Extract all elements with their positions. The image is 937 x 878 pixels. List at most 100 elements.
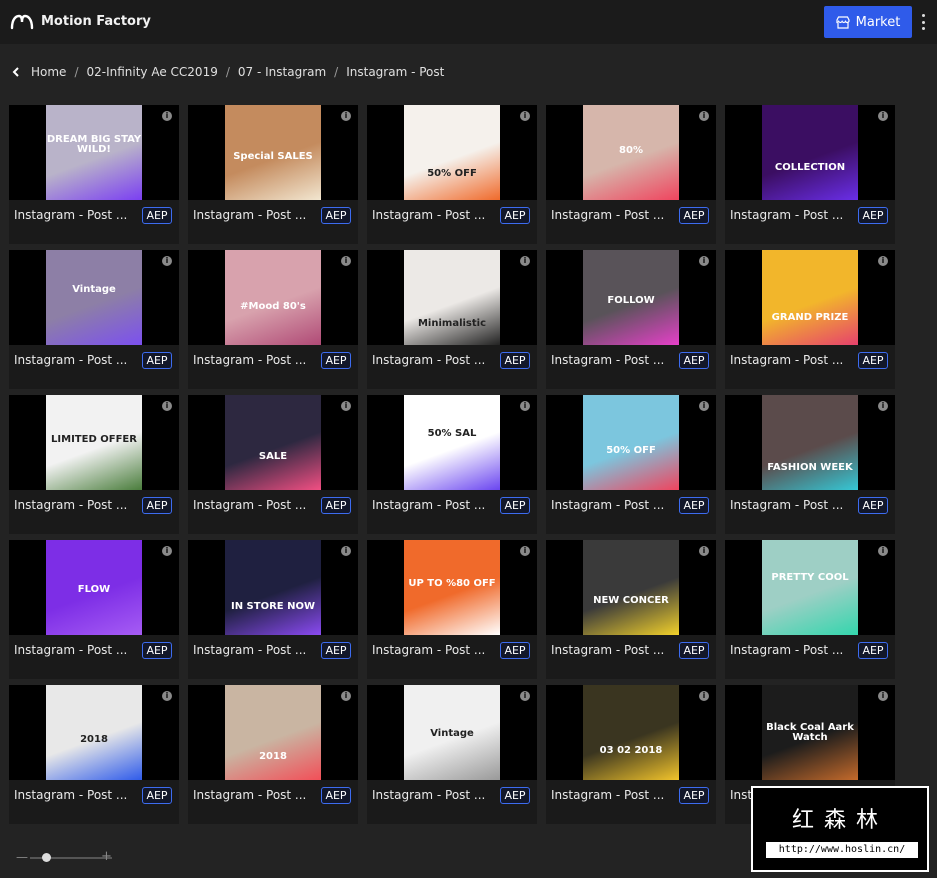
thumbnail-area[interactable]: Vintage i <box>9 250 179 345</box>
info-icon[interactable]: i <box>520 546 530 556</box>
thumbnail-area[interactable]: FLOW i <box>9 540 179 635</box>
plus-icon[interactable]: + <box>101 849 112 864</box>
template-thumbnail[interactable]: 50% SAL <box>404 395 500 490</box>
thumbnail-area[interactable]: 50% OFF i <box>367 105 537 200</box>
info-icon[interactable]: i <box>520 111 530 121</box>
info-icon[interactable]: i <box>162 111 172 121</box>
thumbnail-area[interactable]: Vintage i <box>367 685 537 780</box>
info-icon[interactable]: i <box>162 401 172 411</box>
info-icon[interactable]: i <box>162 691 172 701</box>
template-thumbnail[interactable]: 03 02 2018 <box>583 685 679 780</box>
thumbnail-area[interactable]: 2018 i <box>188 685 358 780</box>
info-icon[interactable]: i <box>162 546 172 556</box>
info-icon[interactable]: i <box>878 111 888 121</box>
template-thumbnail[interactable]: Special SALES <box>225 105 321 200</box>
info-icon[interactable]: i <box>699 256 709 266</box>
thumbnail-area[interactable]: DREAM BIG STAY WILD! i <box>9 105 179 200</box>
template-thumbnail[interactable]: 50% OFF <box>404 105 500 200</box>
info-icon[interactable]: i <box>162 256 172 266</box>
template-thumbnail[interactable]: 80% <box>583 105 679 200</box>
thumbnail-area[interactable]: Black Coal Aark Watch i <box>725 685 895 780</box>
template-card[interactable]: 50% OFF i Instagram - Post ... AEP <box>546 395 716 534</box>
info-icon[interactable]: i <box>699 691 709 701</box>
template-card[interactable]: Vintage i Instagram - Post ... AEP <box>367 685 537 824</box>
template-card[interactable]: PRETTY COOL i Instagram - Post ... AEP <box>725 540 895 679</box>
info-icon[interactable]: i <box>341 111 351 121</box>
template-thumbnail[interactable]: 50% OFF <box>583 395 679 490</box>
template-thumbnail[interactable]: 2018 <box>46 685 142 780</box>
template-card[interactable]: Special SALES i Instagram - Post ... AEP <box>188 105 358 244</box>
info-icon[interactable]: i <box>520 691 530 701</box>
info-icon[interactable]: i <box>699 546 709 556</box>
info-icon[interactable]: i <box>520 256 530 266</box>
thumbnail-area[interactable]: PRETTY COOL i <box>725 540 895 635</box>
template-card[interactable]: Minimalistic i Instagram - Post ... AEP <box>367 250 537 389</box>
info-icon[interactable]: i <box>878 256 888 266</box>
template-card[interactable]: COLLECTION i Instagram - Post ... AEP <box>725 105 895 244</box>
template-card[interactable]: 50% OFF i Instagram - Post ... AEP <box>367 105 537 244</box>
template-card[interactable]: 03 02 2018 i Instagram - Post ... AEP <box>546 685 716 824</box>
info-icon[interactable]: i <box>341 691 351 701</box>
template-thumbnail[interactable]: Vintage <box>404 685 500 780</box>
breadcrumb-home[interactable]: Home <box>31 65 66 79</box>
market-button[interactable]: Market <box>824 6 912 38</box>
template-card[interactable]: NEW CONCER i Instagram - Post ... AEP <box>546 540 716 679</box>
template-card[interactable]: 2018 i Instagram - Post ... AEP <box>9 685 179 824</box>
template-card[interactable]: DREAM BIG STAY WILD! i Instagram - Post ..… <box>9 105 179 244</box>
template-thumbnail[interactable]: IN STORE NOW <box>225 540 321 635</box>
thumbnail-area[interactable]: COLLECTION i <box>725 105 895 200</box>
template-thumbnail[interactable]: LIMITED OFFER <box>46 395 142 490</box>
template-card[interactable]: IN STORE NOW i Instagram - Post ... AEP <box>188 540 358 679</box>
thumbnail-area[interactable]: IN STORE NOW i <box>188 540 358 635</box>
thumbnail-area[interactable]: NEW CONCER i <box>546 540 716 635</box>
thumbnail-area[interactable]: 50% SAL i <box>367 395 537 490</box>
template-card[interactable]: 50% SAL i Instagram - Post ... AEP <box>367 395 537 534</box>
template-card[interactable]: GRAND PRIZE i Instagram - Post ... AEP <box>725 250 895 389</box>
thumbnail-area[interactable]: #Mood 80's i <box>188 250 358 345</box>
template-thumbnail[interactable]: PRETTY COOL <box>762 540 858 635</box>
thumbnail-area[interactable]: FASHION WEEK i <box>725 395 895 490</box>
info-icon[interactable]: i <box>341 546 351 556</box>
template-card[interactable]: 80% i Instagram - Post ... AEP <box>546 105 716 244</box>
more-menu-icon[interactable] <box>917 12 929 32</box>
template-thumbnail[interactable]: FASHION WEEK <box>762 395 858 490</box>
thumbnail-area[interactable]: LIMITED OFFER i <box>9 395 179 490</box>
template-thumbnail[interactable]: FLOW <box>46 540 142 635</box>
template-card[interactable]: 2018 i Instagram - Post ... AEP <box>188 685 358 824</box>
info-icon[interactable]: i <box>341 256 351 266</box>
template-card[interactable]: #Mood 80's i Instagram - Post ... AEP <box>188 250 358 389</box>
info-icon[interactable]: i <box>878 546 888 556</box>
template-thumbnail[interactable]: FOLLOW <box>583 250 679 345</box>
minus-icon[interactable]: — <box>16 850 28 864</box>
template-thumbnail[interactable]: GRAND PRIZE <box>762 250 858 345</box>
thumbnail-area[interactable]: 50% OFF i <box>546 395 716 490</box>
thumbnail-area[interactable]: FOLLOW i <box>546 250 716 345</box>
template-thumbnail[interactable]: Vintage <box>46 250 142 345</box>
info-icon[interactable]: i <box>699 401 709 411</box>
template-card[interactable]: SALE i Instagram - Post ... AEP <box>188 395 358 534</box>
info-icon[interactable]: i <box>520 401 530 411</box>
template-thumbnail[interactable]: 2018 <box>225 685 321 780</box>
thumbnail-area[interactable]: GRAND PRIZE i <box>725 250 895 345</box>
chevron-left-icon[interactable] <box>10 66 24 78</box>
thumbnail-area[interactable]: 80% i <box>546 105 716 200</box>
breadcrumb-infinity[interactable]: 02-Infinity Ae CC2019 <box>86 65 217 79</box>
thumbnail-area[interactable]: UP TO %80 OFF i <box>367 540 537 635</box>
template-thumbnail[interactable]: Minimalistic <box>404 250 500 345</box>
template-card[interactable]: FLOW i Instagram - Post ... AEP <box>9 540 179 679</box>
template-thumbnail[interactable]: UP TO %80 OFF <box>404 540 500 635</box>
template-thumbnail[interactable]: SALE <box>225 395 321 490</box>
thumbnail-area[interactable]: 2018 i <box>9 685 179 780</box>
thumbnail-area[interactable]: Minimalistic i <box>367 250 537 345</box>
template-card[interactable]: Vintage i Instagram - Post ... AEP <box>9 250 179 389</box>
info-icon[interactable]: i <box>699 111 709 121</box>
thumbnail-area[interactable]: SALE i <box>188 395 358 490</box>
template-card[interactable]: LIMITED OFFER i Instagram - Post ... AEP <box>9 395 179 534</box>
info-icon[interactable]: i <box>341 401 351 411</box>
thumbnail-area[interactable]: 03 02 2018 i <box>546 685 716 780</box>
template-thumbnail[interactable]: NEW CONCER <box>583 540 679 635</box>
template-thumbnail[interactable]: #Mood 80's <box>225 250 321 345</box>
template-card[interactable]: FASHION WEEK i Instagram - Post ... AEP <box>725 395 895 534</box>
template-card[interactable]: UP TO %80 OFF i Instagram - Post ... AEP <box>367 540 537 679</box>
template-thumbnail[interactable]: DREAM BIG STAY WILD! <box>46 105 142 200</box>
